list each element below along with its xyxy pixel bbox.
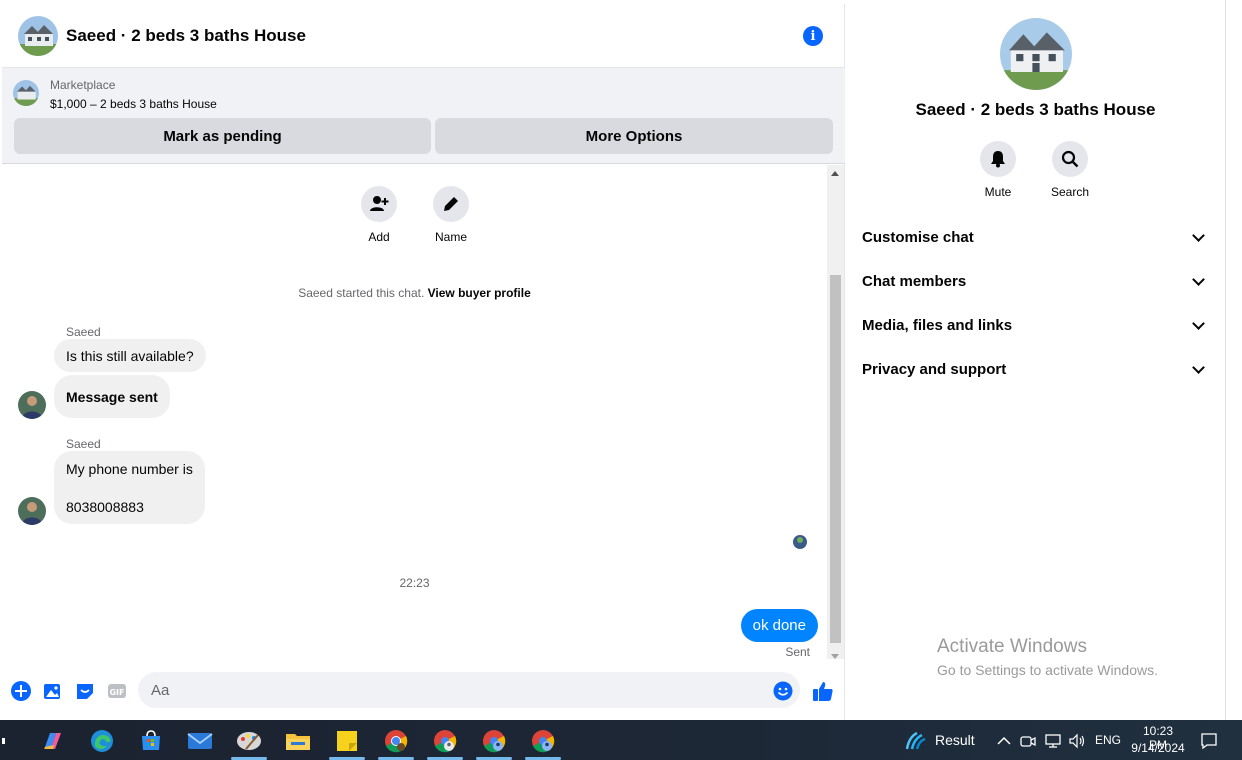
name-chat-action[interactable]: Name	[421, 186, 481, 244]
activate-windows-watermark: Activate Windows Go to Settings to activ…	[937, 636, 1158, 678]
view-buyer-profile-link[interactable]: View buyer profile	[428, 286, 531, 300]
section-customise-chat[interactable]: Customise chat	[862, 217, 1209, 257]
message-text-line: My phone number is	[66, 460, 193, 477]
notifications-icon[interactable]	[1198, 728, 1220, 754]
message-bubble[interactable]: Is this still available?	[54, 339, 206, 372]
seen-avatar	[793, 535, 807, 549]
network-icon[interactable]	[1043, 728, 1063, 754]
chevron-down-icon	[1192, 316, 1205, 330]
section-label: Chat members	[862, 272, 967, 290]
section-label: Media, files and links	[862, 316, 1013, 334]
chrome-profile-icon[interactable]	[481, 728, 507, 754]
edge-icon[interactable]	[89, 728, 115, 754]
mark-as-pending-button[interactable]: Mark as pending	[14, 118, 431, 154]
search-icon[interactable]	[1052, 141, 1088, 177]
message-bubble[interactable]: My phone number is 8038008883	[54, 451, 205, 524]
windows-taskbar: Result ENG 10:23 PM 9/14/2024	[0, 720, 1242, 760]
copilot-icon[interactable]	[40, 728, 66, 754]
store-icon[interactable]	[138, 728, 164, 754]
sender-avatar[interactable]	[18, 391, 46, 419]
scrollbar-thumb[interactable]	[830, 275, 841, 643]
photo-icon[interactable]	[42, 680, 64, 702]
chevron-down-icon	[1192, 360, 1205, 374]
add-people-action[interactable]: Add	[349, 186, 409, 244]
info-icon[interactable]: i	[803, 26, 823, 46]
message-list: Add Name Saeed started this chat. View b…	[2, 165, 827, 665]
screen: Saeed · 2 beds 3 baths House i Marketpla…	[0, 0, 1242, 760]
message-text-line: 8038008883	[66, 498, 144, 515]
message-input[interactable]: Aa	[138, 672, 800, 708]
sticker-icon[interactable]	[74, 680, 96, 702]
add-label: Add	[368, 230, 390, 244]
chat-started-notice: Saeed started this chat. View buyer prof…	[2, 286, 827, 300]
message-status: Sent	[785, 645, 810, 659]
pencil-icon[interactable]	[433, 186, 469, 222]
chat-title: Saeed · 2 beds 3 baths House	[66, 25, 306, 45]
volume-icon[interactable]	[1067, 728, 1087, 754]
name-label: Name	[434, 230, 467, 244]
weather-icon[interactable]	[902, 728, 928, 754]
scroll-down-arrow[interactable]	[831, 654, 839, 659]
watermark-title: Activate Windows	[937, 636, 1087, 657]
message-composer: GIF Aa	[2, 670, 845, 710]
task-view-icon[interactable]	[0, 728, 10, 754]
search-action[interactable]: Search	[1040, 141, 1100, 199]
meet-now-icon[interactable]	[1019, 728, 1037, 754]
browser-scrollbar[interactable]	[1225, 0, 1242, 720]
chat-header: Saeed · 2 beds 3 baths House i	[2, 4, 845, 68]
watermark-subtitle: Go to Settings to activate Windows.	[937, 662, 1158, 678]
marketplace-label: Marketplace	[50, 78, 116, 92]
search-label: Search	[1050, 185, 1090, 199]
paint-app-icon[interactable]	[236, 728, 262, 754]
clock-date[interactable]: 9/14/2024	[1130, 741, 1186, 755]
plus-icon[interactable]	[10, 680, 32, 702]
started-text: Saeed started this chat.	[298, 286, 425, 300]
like-icon[interactable]	[812, 680, 834, 702]
sender-name: Saeed	[66, 437, 101, 451]
bell-icon[interactable]	[980, 141, 1016, 177]
listing-title[interactable]: $1,000 – 2 beds 3 baths House	[50, 97, 217, 111]
section-media-files-links[interactable]: Media, files and links	[862, 305, 1209, 345]
more-options-button[interactable]: More Options	[435, 118, 833, 154]
weather-result-label[interactable]: Result	[935, 732, 975, 748]
message-timestamp: 22:23	[399, 576, 430, 590]
mail-icon[interactable]	[187, 728, 213, 754]
sender-avatar[interactable]	[18, 497, 46, 525]
add-person-icon[interactable]	[361, 186, 397, 222]
listing-thumbnail[interactable]	[13, 80, 39, 106]
section-privacy-support[interactable]: Privacy and support	[862, 349, 1209, 389]
svg-text:GIF: GIF	[109, 688, 124, 697]
house-avatar-large[interactable]	[1000, 18, 1072, 90]
message-bubble[interactable]: Message sent	[54, 375, 170, 418]
chrome-profile-icon[interactable]	[530, 728, 556, 754]
house-avatar[interactable]	[18, 15, 58, 56]
chat-pane: Saeed · 2 beds 3 baths House i Marketpla…	[2, 4, 845, 720]
sender-name: Saeed	[66, 325, 101, 339]
mute-label: Mute	[984, 185, 1012, 199]
scroll-up-arrow[interactable]	[831, 171, 839, 176]
mute-action[interactable]: Mute	[968, 141, 1028, 199]
section-chat-members[interactable]: Chat members	[862, 261, 1209, 301]
language-indicator[interactable]: ENG	[1095, 733, 1121, 747]
chrome-profile-icon[interactable]	[432, 728, 458, 754]
chevron-down-icon	[1192, 272, 1205, 286]
marketplace-banner: Marketplace $1,000 – 2 beds 3 baths Hous…	[2, 68, 845, 164]
gif-icon[interactable]: GIF	[106, 680, 128, 702]
chevron-down-icon	[1192, 228, 1205, 242]
chevron-up-icon[interactable]	[996, 728, 1012, 754]
outgoing-message-bubble[interactable]: ok done	[740, 609, 818, 642]
section-label: Privacy and support	[862, 360, 1007, 378]
emoji-icon[interactable]	[772, 680, 794, 702]
chat-details-pane: Saeed · 2 beds 3 baths House Mute Search…	[846, 4, 1225, 720]
details-title: Saeed · 2 beds 3 baths House	[915, 100, 1156, 119]
message-scrollbar[interactable]	[827, 165, 844, 659]
chrome-icon[interactable]	[383, 728, 409, 754]
sticky-notes-icon[interactable]	[334, 728, 360, 754]
section-label: Customise chat	[862, 228, 974, 246]
file-explorer-icon[interactable]	[285, 728, 311, 754]
